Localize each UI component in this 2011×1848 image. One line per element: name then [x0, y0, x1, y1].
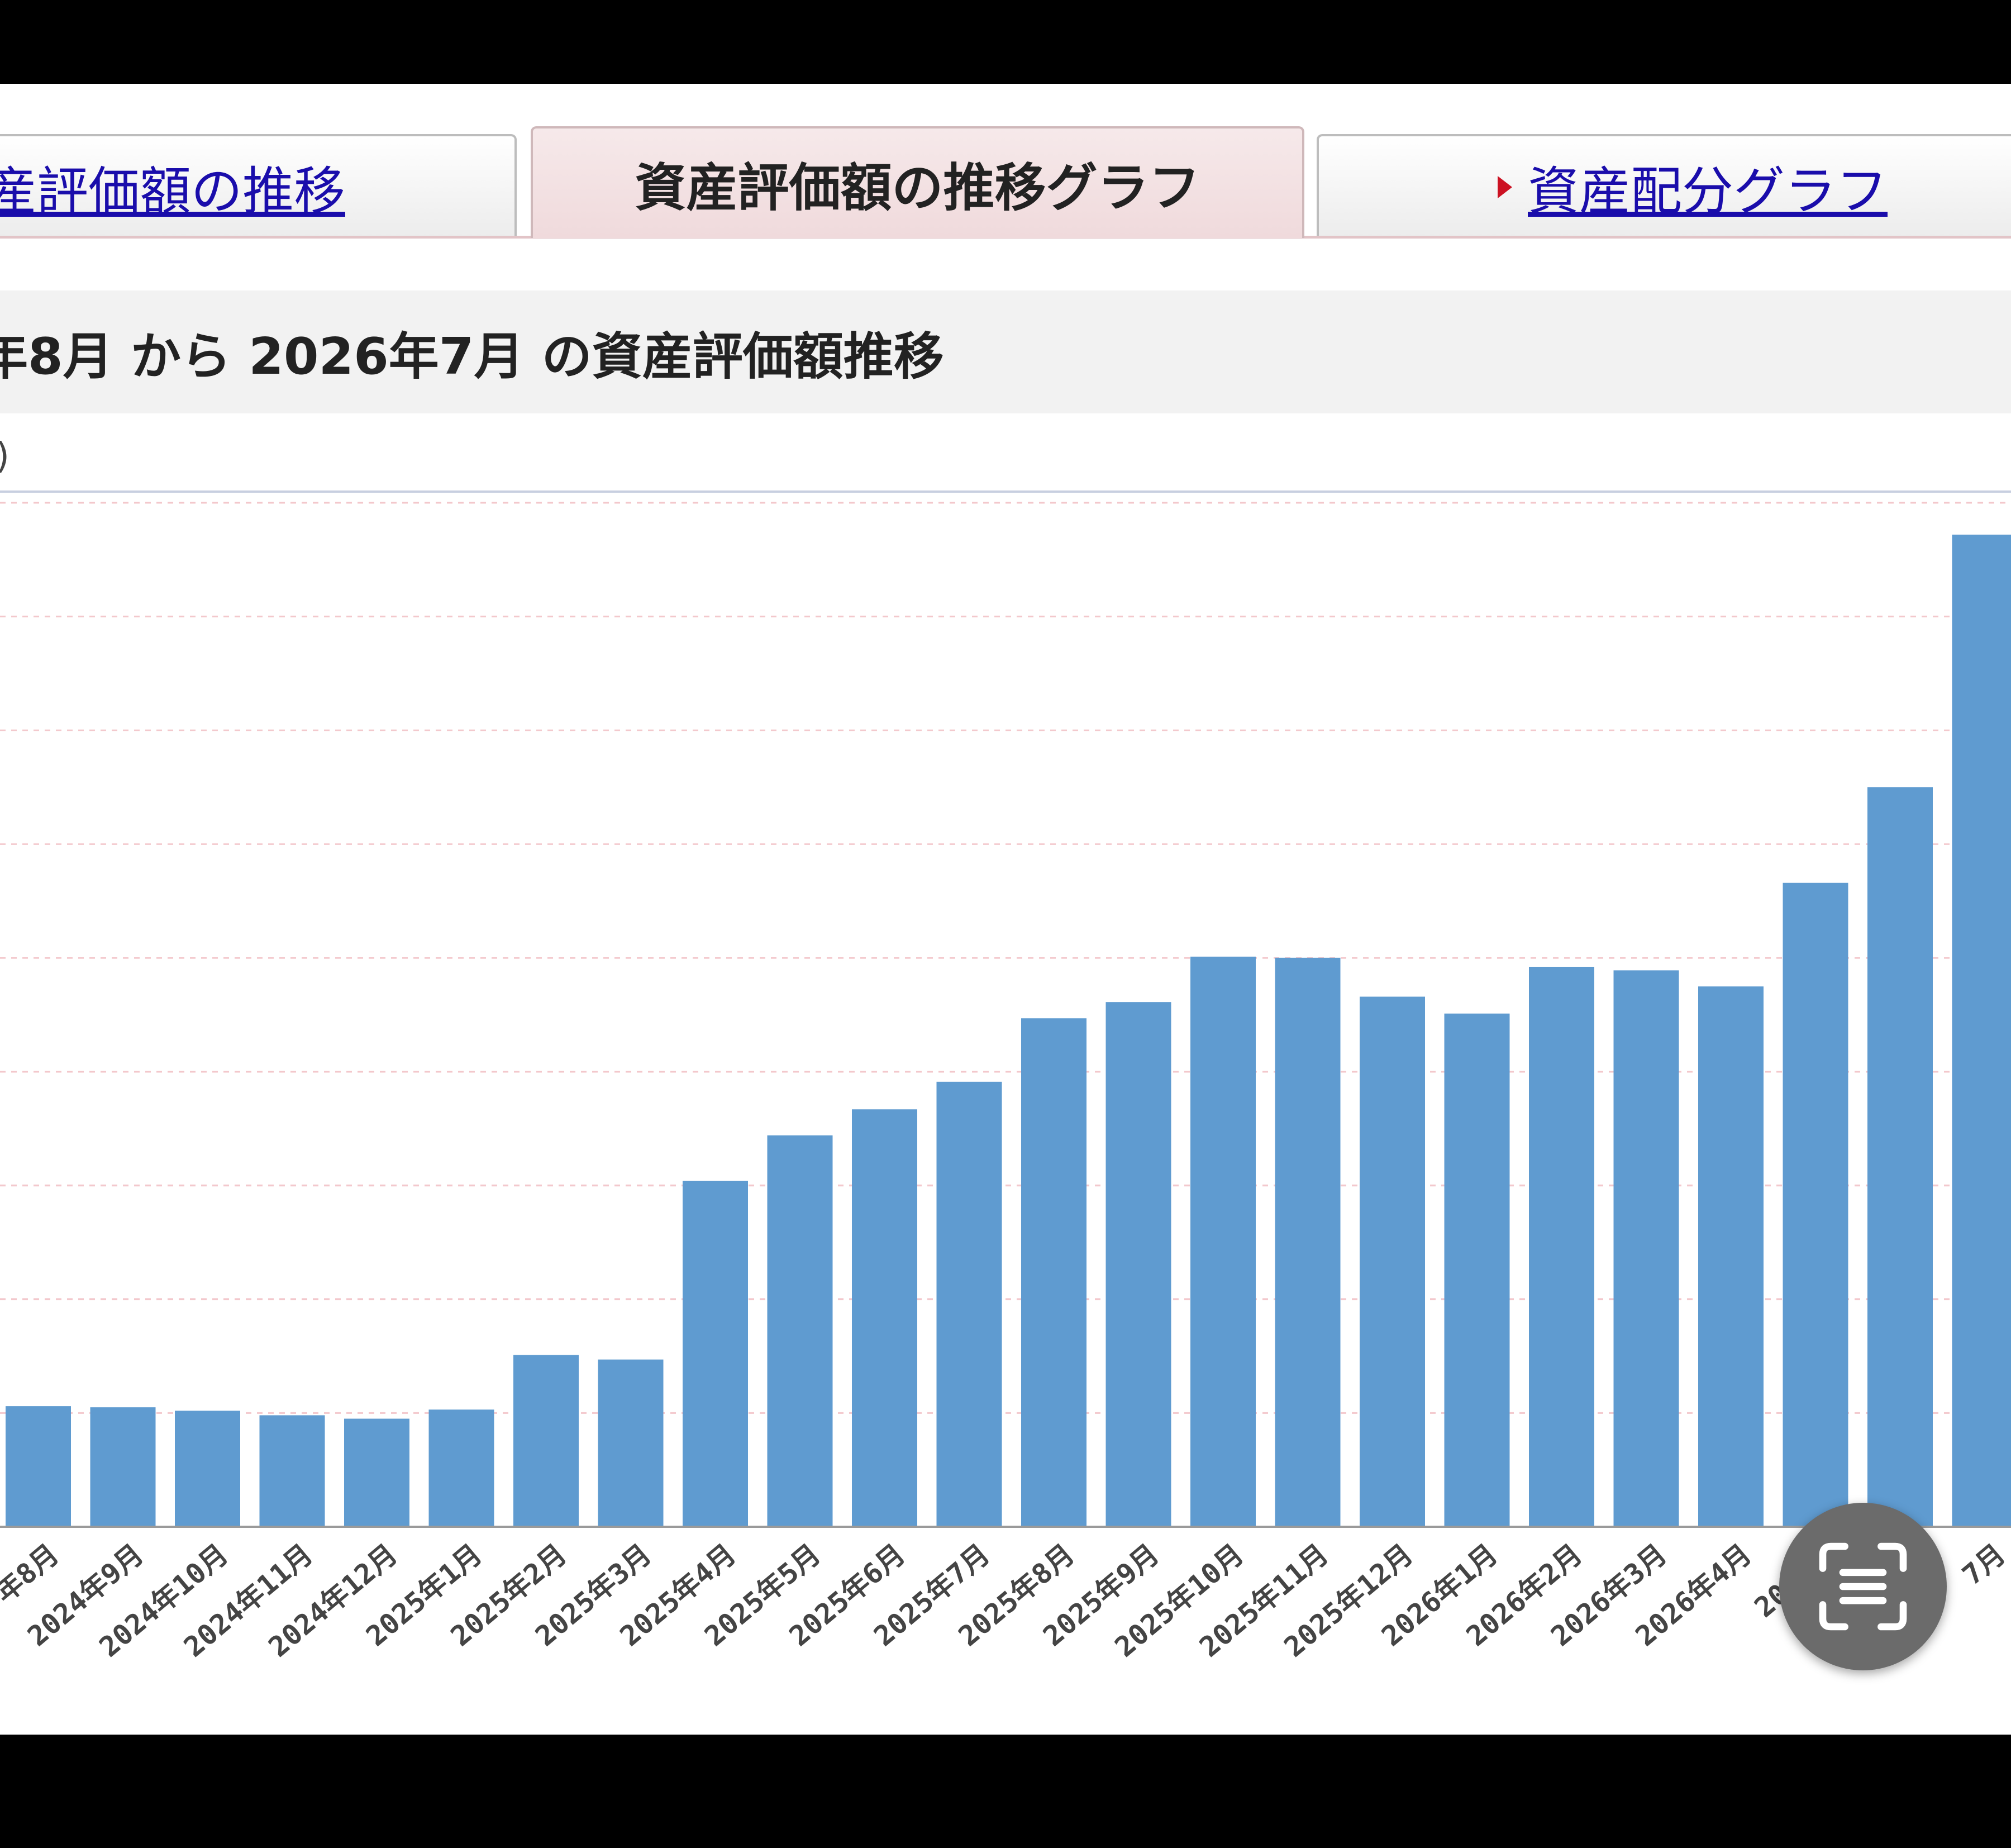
bar: [1190, 956, 1256, 1527]
bar: [259, 1415, 325, 1527]
bar: [1529, 966, 1594, 1527]
x-tick-label: 年8月: [0, 1538, 65, 1609]
bar: [683, 1180, 748, 1527]
bar: [513, 1355, 579, 1527]
bar: [1783, 883, 1848, 1527]
page-content: 産評価額の推移 資産配分グラフ 資産評価額の推移グラフ 年8月 から 2026年…: [0, 84, 2011, 1735]
google-lens-icon: [1819, 1542, 1907, 1631]
bar: [1105, 1002, 1171, 1527]
bar: [175, 1411, 240, 1527]
x-tick-label: 7月: [1956, 1538, 2011, 1592]
bar: [1613, 970, 1679, 1527]
google-lens-button[interactable]: [1779, 1503, 1947, 1670]
bar: [936, 1082, 1002, 1527]
bar: [1698, 986, 1764, 1527]
bar: [1952, 535, 2011, 1527]
bar: [428, 1409, 494, 1527]
bar: [598, 1359, 664, 1527]
bar: [1444, 1013, 1510, 1527]
bar: [767, 1135, 833, 1527]
bar: [6, 1406, 71, 1527]
bar: [1021, 1018, 1086, 1527]
bar: [1360, 996, 1425, 1527]
bar-chart: 年8月2024年9月2024年10月2024年11月2024年12月2025年1…: [0, 490, 2011, 1664]
bar: [852, 1109, 917, 1527]
bar: [1867, 787, 1933, 1527]
bar: [344, 1418, 409, 1527]
bar: [1275, 958, 1341, 1527]
bar: [90, 1407, 156, 1527]
